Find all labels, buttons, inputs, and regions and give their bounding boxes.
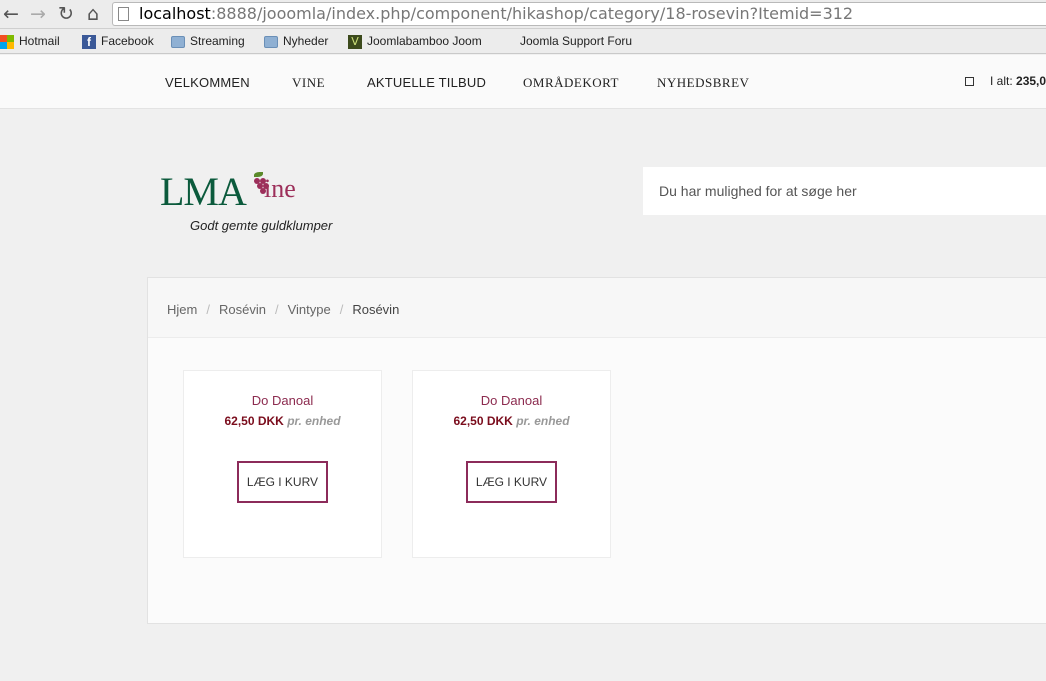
reload-icon[interactable]: ↻ [55, 3, 77, 25]
nav-omradekort[interactable]: OMRÅDEKORT [523, 75, 619, 91]
logo-brand: LMA [160, 169, 247, 214]
breadcrumb-rosevin[interactable]: Rosévin [219, 302, 266, 317]
price-amount: 62,50 DKK [453, 414, 513, 428]
nav-nyhedsbrev[interactable]: NYHEDSBREV [657, 75, 749, 91]
home-icon[interactable]: ⌂ [82, 3, 104, 25]
address-bar[interactable]: localhost:8888/jooomla/index.php/compone… [112, 2, 1046, 26]
add-to-cart-button[interactable]: LÆG I KURV [466, 461, 557, 503]
folder-icon [171, 35, 185, 48]
url-path: :8888/jooomla/index.php/component/hikash… [210, 4, 854, 23]
forward-arrow-icon[interactable]: → [27, 3, 49, 25]
category-panel: Hjem / Rosévin / Vintype / Rosévin Do Danoal 6… [147, 277, 1046, 624]
bookmark-joomlabamboo[interactable]: Ⅴ Joomlabamboo Joom [348, 32, 482, 51]
url-host: localhost [139, 4, 211, 23]
grape-leaf-icon [254, 172, 263, 177]
nav-vine[interactable]: VINE [292, 75, 325, 91]
price-unit: pr. enhed [516, 414, 570, 428]
bookmark-nyheder[interactable]: Nyheder [264, 32, 328, 51]
facebook-icon: f [82, 34, 96, 49]
bookmark-label: Hotmail [19, 34, 60, 48]
page-icon [118, 7, 129, 21]
product-name[interactable]: Do Danoal [184, 393, 381, 408]
breadcrumb-separator: / [206, 302, 210, 317]
product-price: 62,50 DKK pr. enhed [413, 414, 610, 428]
breadcrumb-separator: / [274, 302, 279, 317]
bookmark-label: Joomla Support Foru [520, 34, 633, 48]
nav-velkommen[interactable]: VELKOMMEN [165, 75, 250, 90]
price-unit: pr. enhed [287, 414, 341, 428]
cart-total-amount: 235,0 [1016, 74, 1046, 88]
product-card: Do Danoal 62,50 DKK pr. enhed LÆG I KURV [412, 370, 611, 558]
browser-toolbar: ← → ↻ ⌂ localhost:8888/jooomla/index.php… [0, 0, 1046, 29]
bookmark-label: Streaming [190, 34, 245, 48]
search-input[interactable] [643, 167, 1046, 215]
logo-tagline: Godt gemte guldklumper [190, 218, 333, 233]
site-logo[interactable]: LMA ine Godt gemte guldklumper [160, 170, 360, 240]
nav-aktuelle-tilbud[interactable]: AKTUELLE TILBUD [367, 75, 486, 90]
bookmark-label: Facebook [101, 34, 154, 48]
main-navigation: VELKOMMEN VINE AKTUELLE TILBUD OMRÅDEKOR… [0, 55, 1046, 109]
bookmark-label: Joomlabamboo Joom [367, 34, 482, 48]
price-amount: 62,50 DKK [224, 414, 284, 428]
joomlabamboo-icon: Ⅴ [348, 34, 362, 49]
add-to-cart-button[interactable]: LÆG I KURV [237, 461, 328, 503]
back-arrow-icon[interactable]: ← [0, 3, 22, 25]
logo-brand-suffix: ine [264, 174, 296, 203]
product-name[interactable]: Do Danoal [413, 393, 610, 408]
product-price: 62,50 DKK pr. enhed [184, 414, 381, 428]
cart-icon[interactable] [965, 77, 974, 86]
bookmark-streaming[interactable]: Streaming [171, 32, 245, 51]
breadcrumb-vintype[interactable]: Vintype [288, 302, 331, 317]
breadcrumb-separator: / [339, 302, 344, 317]
folder-icon [264, 35, 278, 48]
cart-total-label: I alt: [990, 74, 1013, 88]
cart-total[interactable]: I alt: 235,0 [990, 74, 1046, 88]
breadcrumb: Hjem / Rosévin / Vintype / Rosévin [148, 278, 1046, 338]
breadcrumb-current: Rosévin [352, 302, 400, 317]
bookmark-hotmail[interactable]: Hotmail [0, 32, 60, 51]
bookmarks-bar: Hotmail f Facebook Streaming Nyheder Ⅴ Joo… [0, 29, 1046, 54]
microsoft-icon [0, 34, 14, 49]
bookmark-facebook[interactable]: f Facebook [82, 32, 154, 51]
breadcrumb-hjem[interactable]: Hjem [167, 302, 197, 317]
bookmark-label: Nyheder [283, 34, 329, 48]
bookmark-joomla-support[interactable]: Joomla Support Foru [520, 32, 632, 51]
product-card: Do Danoal 62,50 DKK pr. enhed LÆG I KURV [183, 370, 382, 558]
